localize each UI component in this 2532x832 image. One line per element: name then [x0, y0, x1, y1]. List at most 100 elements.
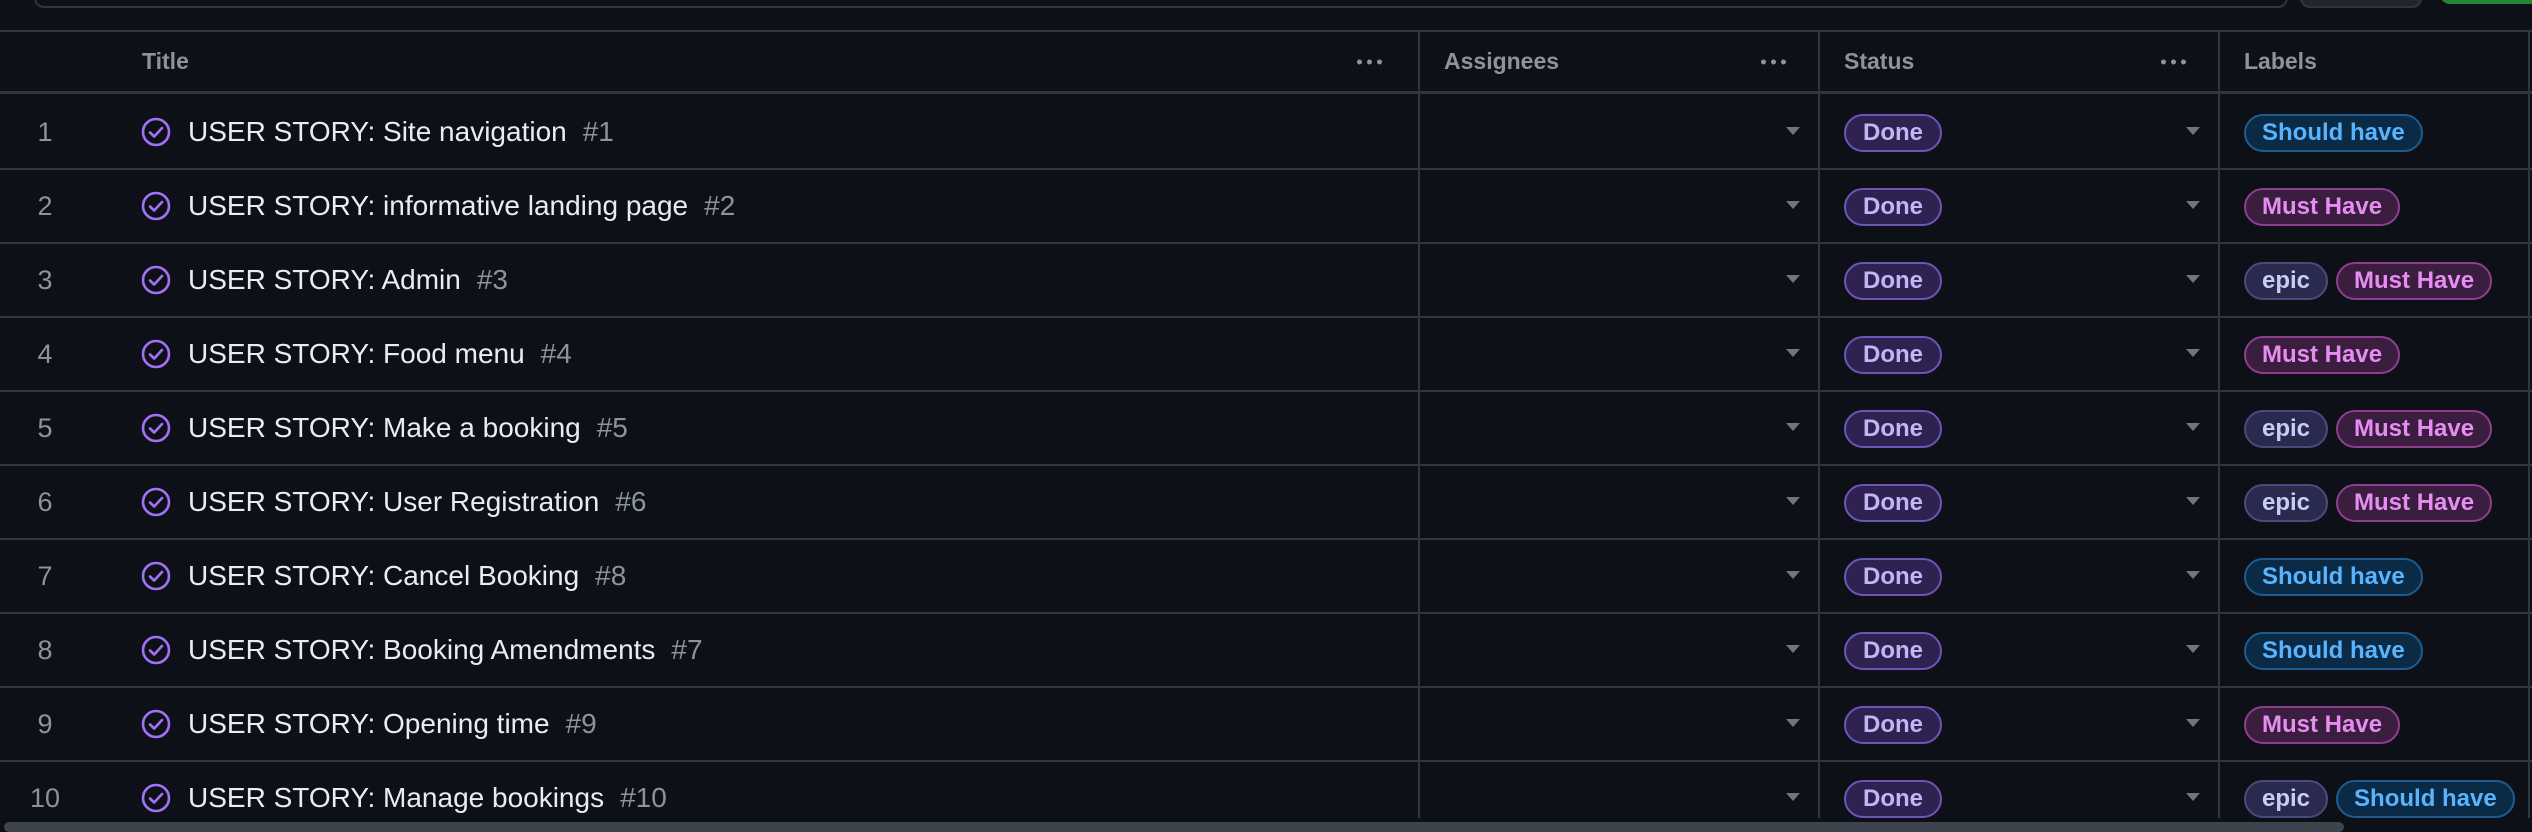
label-badge[interactable]: epic — [2244, 484, 2329, 522]
triangle-down-icon[interactable] — [1786, 349, 1800, 357]
issue-title-link[interactable]: USER STORY: Site navigation — [188, 116, 567, 148]
table-row[interactable]: 7 USER STORY: Cancel Booking #8 Done Should … — [0, 540, 2532, 614]
filter-input[interactable] — [34, 0, 2288, 8]
discard-button[interactable] — [2300, 0, 2422, 8]
status-badge[interactable]: Done — [1844, 632, 1942, 670]
table-row[interactable]: 1 USER STORY: Site navigation #1 Done Should… — [0, 96, 2532, 170]
label-badge[interactable]: Must Have — [2244, 336, 2401, 374]
issue-number[interactable]: #5 — [597, 412, 628, 444]
issue-number[interactable]: #10 — [620, 782, 667, 814]
status-badge[interactable]: Done — [1844, 706, 1942, 744]
triangle-down-icon[interactable] — [2186, 201, 2200, 209]
label-badge[interactable]: Should have — [2244, 114, 2423, 152]
issue-title-link[interactable]: USER STORY: Manage bookings — [188, 782, 604, 814]
labels-cell[interactable]: Should have — [2244, 558, 2423, 596]
label-badge[interactable]: Must Have — [2336, 262, 2493, 300]
table-row[interactable]: 3 USER STORY: Admin #3 Done epic Must Have — [0, 244, 2532, 318]
label-badge[interactable]: Must Have — [2336, 410, 2493, 448]
status-badge[interactable]: Done — [1844, 336, 1942, 374]
triangle-down-icon[interactable] — [2186, 127, 2200, 135]
issue-title-link[interactable]: USER STORY: Make a booking — [188, 412, 581, 444]
triangle-down-icon[interactable] — [1786, 423, 1800, 431]
label-badge[interactable]: epic — [2244, 262, 2329, 300]
issue-title-link[interactable]: USER STORY: informative landing page — [188, 190, 688, 222]
triangle-down-icon[interactable] — [2186, 645, 2200, 653]
column-header-assignees[interactable]: Assignees — [1444, 32, 1820, 91]
issue-title-link[interactable]: USER STORY: Admin — [188, 264, 461, 296]
kebab-horizontal-icon[interactable] — [1761, 59, 1786, 64]
status-badge[interactable]: Done — [1844, 484, 1942, 522]
issue-number[interactable]: #1 — [583, 116, 614, 148]
table-row[interactable]: 9 USER STORY: Opening time #9 Done Must Have — [0, 688, 2532, 762]
title-cell[interactable]: USER STORY: Opening time #9 — [140, 688, 597, 760]
labels-cell[interactable]: epic Should have — [2244, 780, 2515, 818]
title-cell[interactable]: USER STORY: Food menu #4 — [140, 318, 572, 390]
triangle-down-icon[interactable] — [2186, 571, 2200, 579]
issue-title-link[interactable]: USER STORY: Cancel Booking — [188, 560, 579, 592]
save-button[interactable] — [2440, 0, 2532, 4]
label-badge[interactable]: Must Have — [2244, 706, 2401, 744]
labels-cell[interactable]: epic Must Have — [2244, 262, 2493, 300]
triangle-down-icon[interactable] — [1786, 497, 1800, 505]
labels-cell[interactable]: epic Must Have — [2244, 484, 2493, 522]
label-badge[interactable]: epic — [2244, 780, 2329, 818]
label-badge[interactable]: Must Have — [2336, 484, 2493, 522]
label-badge[interactable]: Must Have — [2244, 188, 2401, 226]
issue-title-link[interactable]: USER STORY: User Registration — [188, 486, 599, 518]
issue-title-link[interactable]: USER STORY: Opening time — [188, 708, 550, 740]
labels-cell[interactable]: Should have — [2244, 632, 2423, 670]
triangle-down-icon[interactable] — [2186, 719, 2200, 727]
triangle-down-icon[interactable] — [2186, 497, 2200, 505]
labels-cell[interactable]: Must Have — [2244, 336, 2401, 374]
triangle-down-icon[interactable] — [2186, 793, 2200, 801]
triangle-down-icon[interactable] — [1786, 127, 1800, 135]
triangle-down-icon[interactable] — [1786, 645, 1800, 653]
issue-number[interactable]: #7 — [671, 634, 702, 666]
label-badge[interactable]: epic — [2244, 410, 2329, 448]
triangle-down-icon[interactable] — [1786, 571, 1800, 579]
issue-title-link[interactable]: USER STORY: Booking Amendments — [188, 634, 655, 666]
triangle-down-icon[interactable] — [1786, 793, 1800, 801]
labels-cell[interactable]: Should have — [2244, 114, 2423, 152]
scrollbar-thumb[interactable] — [4, 822, 2344, 832]
issue-number[interactable]: #2 — [704, 190, 735, 222]
table-row[interactable]: 5 USER STORY: Make a booking #5 Done epic Mus… — [0, 392, 2532, 466]
status-badge[interactable]: Done — [1844, 262, 1942, 300]
column-divider[interactable] — [1418, 30, 1420, 832]
issue-number[interactable]: #9 — [566, 708, 597, 740]
column-header-labels[interactable]: Labels — [2244, 32, 2532, 91]
labels-cell[interactable]: epic Must Have — [2244, 410, 2493, 448]
title-cell[interactable]: USER STORY: Make a booking #5 — [140, 392, 628, 464]
label-badge[interactable]: Should have — [2336, 780, 2515, 818]
column-header-title[interactable]: Title — [142, 32, 1416, 91]
kebab-horizontal-icon[interactable] — [1357, 59, 1382, 64]
column-divider[interactable] — [2528, 30, 2530, 832]
issue-number[interactable]: #4 — [541, 338, 572, 370]
column-divider[interactable] — [1818, 30, 1820, 832]
triangle-down-icon[interactable] — [2186, 275, 2200, 283]
labels-cell[interactable]: Must Have — [2244, 706, 2401, 744]
status-badge[interactable]: Done — [1844, 188, 1942, 226]
title-cell[interactable]: USER STORY: User Registration #6 — [140, 466, 647, 538]
triangle-down-icon[interactable] — [1786, 719, 1800, 727]
title-cell[interactable]: USER STORY: informative landing page #2 — [140, 170, 735, 242]
table-row[interactable]: 2 USER STORY: informative landing page #2 D… — [0, 170, 2532, 244]
title-cell[interactable]: USER STORY: Booking Amendments #7 — [140, 614, 703, 686]
status-badge[interactable]: Done — [1844, 558, 1942, 596]
triangle-down-icon[interactable] — [2186, 423, 2200, 431]
table-row[interactable]: 8 USER STORY: Booking Amendments #7 Done Sho… — [0, 614, 2532, 688]
title-cell[interactable]: USER STORY: Cancel Booking #8 — [140, 540, 626, 612]
issue-number[interactable]: #3 — [477, 264, 508, 296]
kebab-horizontal-icon[interactable] — [2161, 59, 2186, 64]
triangle-down-icon[interactable] — [2186, 349, 2200, 357]
label-badge[interactable]: Should have — [2244, 632, 2423, 670]
table-row[interactable]: 4 USER STORY: Food menu #4 Done Must Have — [0, 318, 2532, 392]
table-row[interactable]: 6 USER STORY: User Registration #6 Done epic… — [0, 466, 2532, 540]
labels-cell[interactable]: Must Have — [2244, 188, 2401, 226]
status-badge[interactable]: Done — [1844, 410, 1942, 448]
column-header-status[interactable]: Status — [1844, 32, 2220, 91]
triangle-down-icon[interactable] — [1786, 201, 1800, 209]
label-badge[interactable]: Should have — [2244, 558, 2423, 596]
status-badge[interactable]: Done — [1844, 780, 1942, 818]
column-divider[interactable] — [2218, 30, 2220, 832]
